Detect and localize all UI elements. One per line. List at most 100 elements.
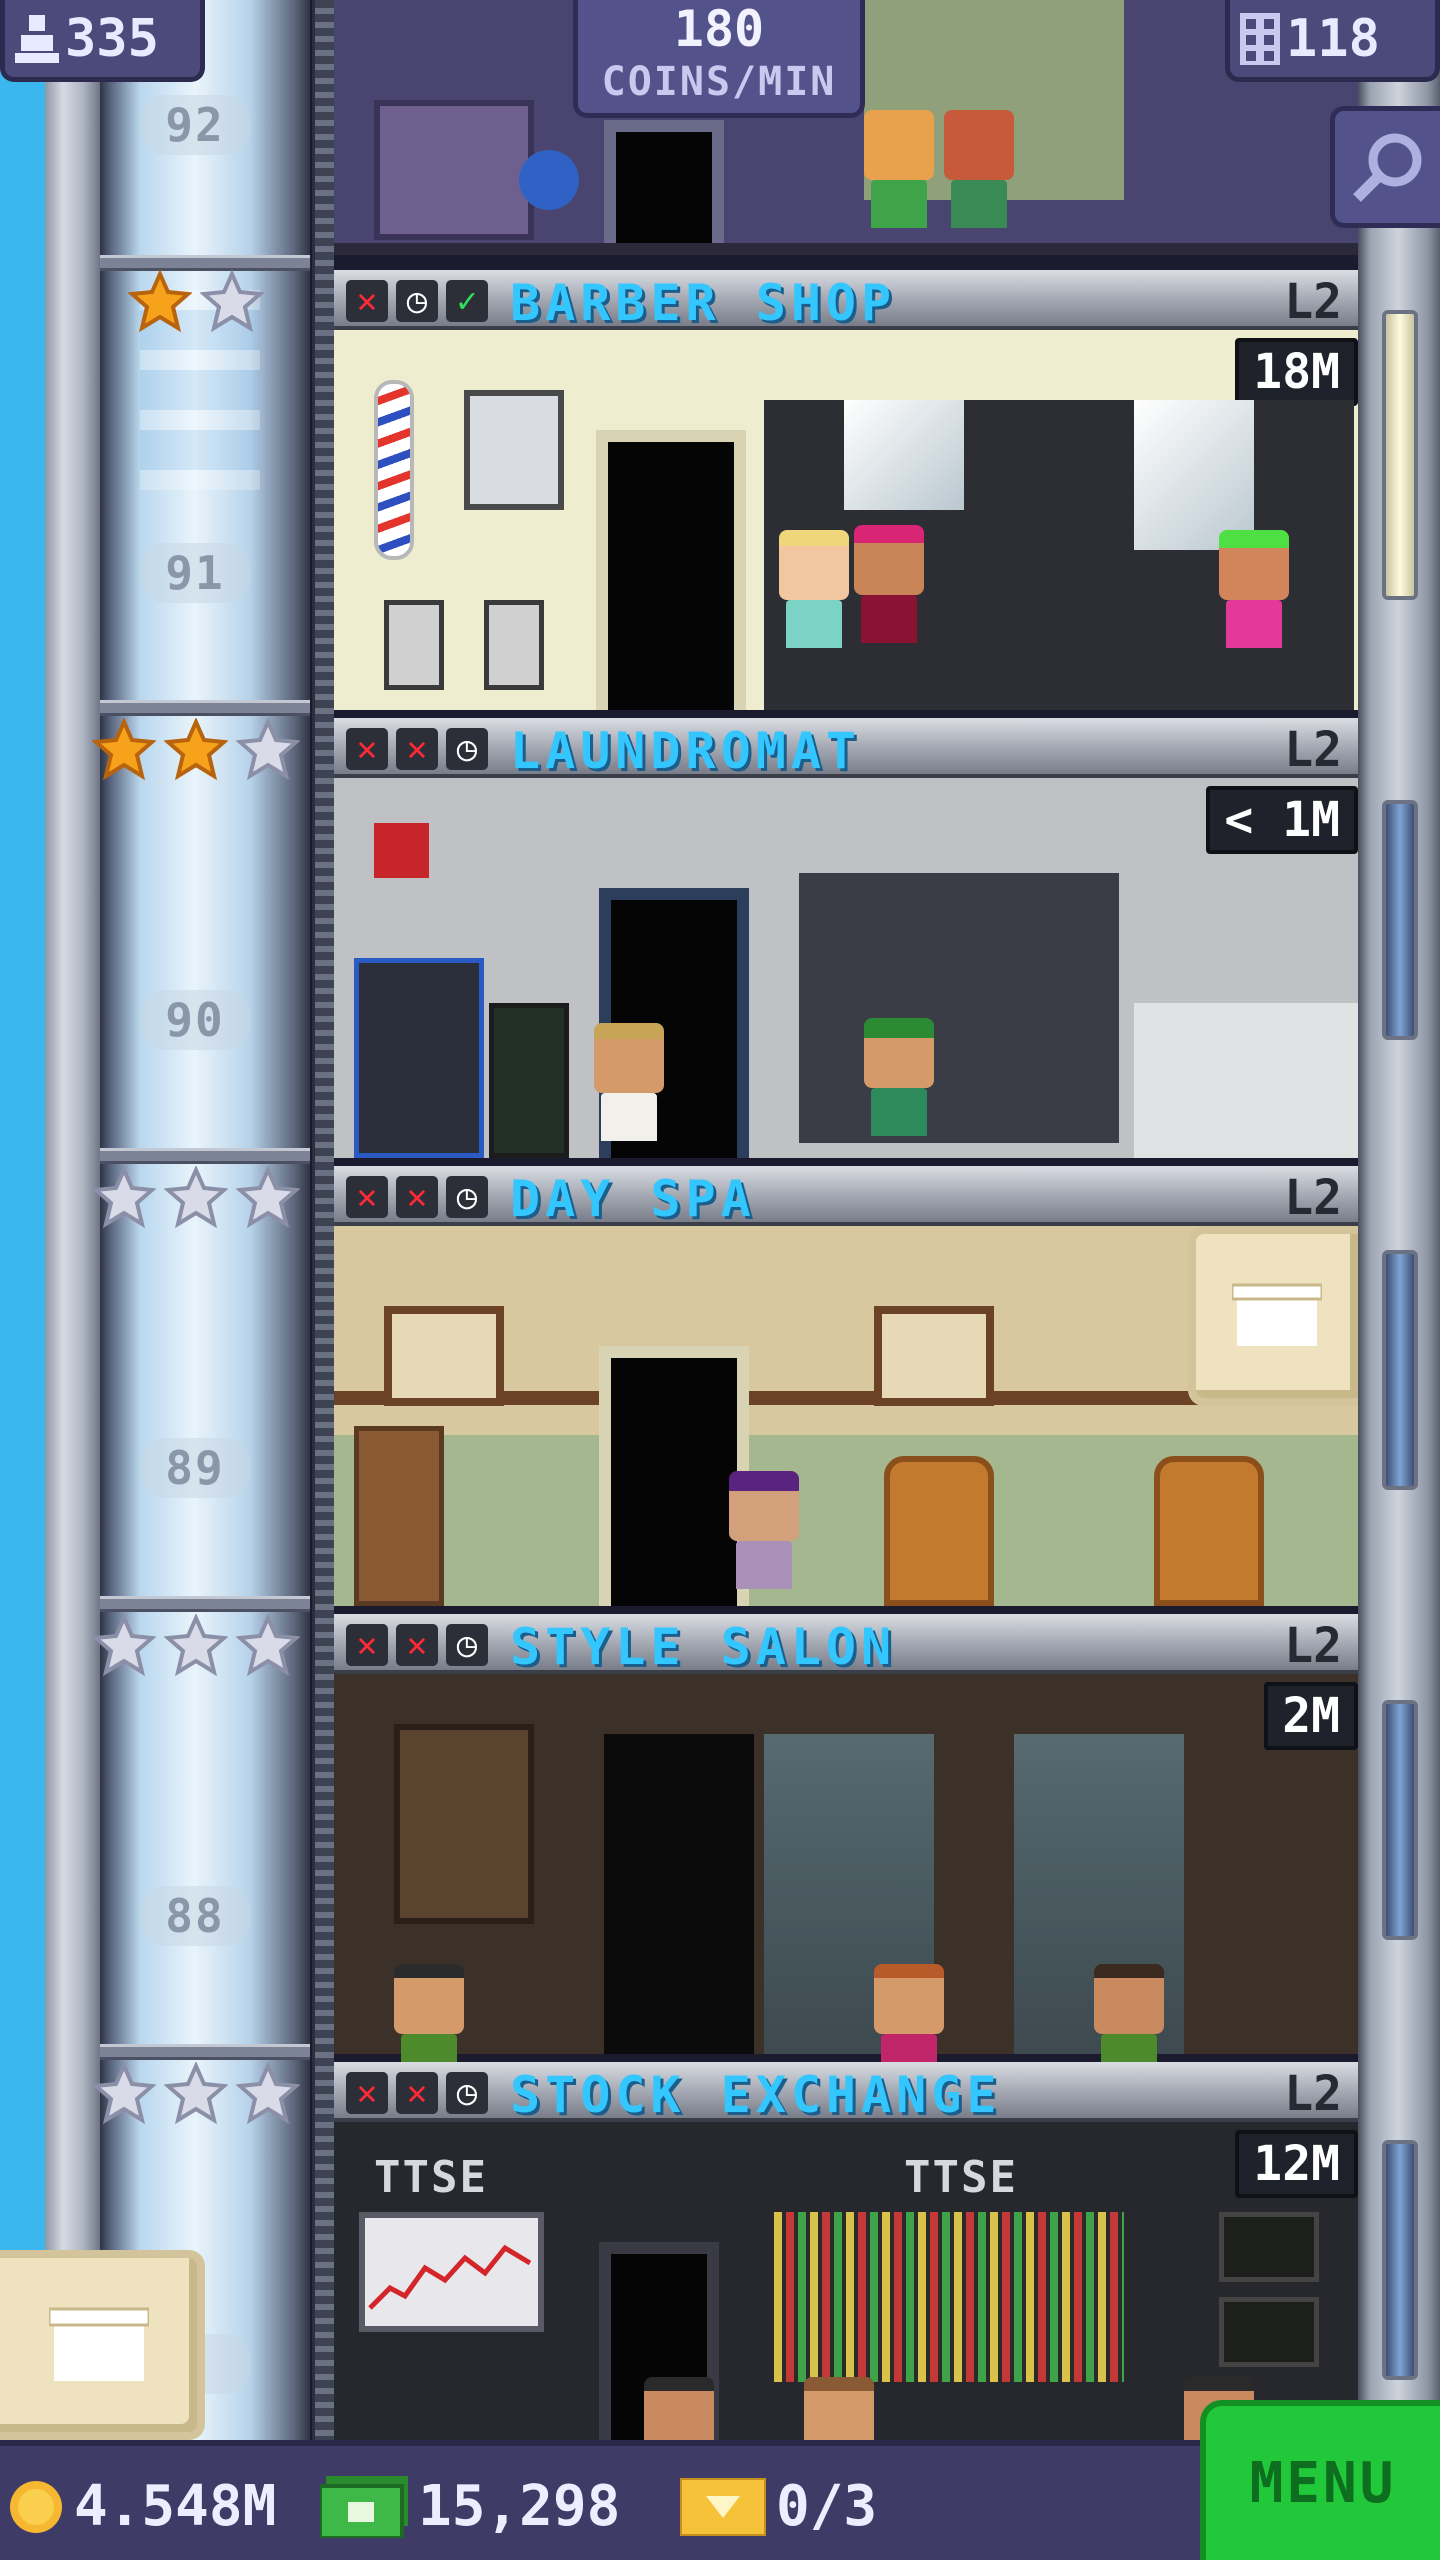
coins-value: 4.548M [74, 2474, 277, 2539]
doorway [604, 1734, 754, 2054]
status-clock-icon: ◷ [396, 280, 438, 322]
room-interior[interactable]: < 1M [334, 778, 1358, 1158]
crate-icon[interactable] [0, 2250, 205, 2440]
floor-style-salon[interactable]: ✕ ✕ ◷ STYLE SALON L2 2M [334, 1614, 1358, 2082]
floor-header[interactable]: ✕ ✕ ◷ STOCK EXCHANGE L2 [334, 2062, 1358, 2124]
floor-counter[interactable]: 118 [1225, 0, 1440, 82]
chart-screen [359, 2212, 544, 2332]
exchange-sign: TTSE [904, 2152, 1018, 2203]
coin-rate-value: 180 [673, 0, 765, 58]
floor-header[interactable]: ✕ ✕ ◷ STYLE SALON L2 [334, 1614, 1358, 1676]
door [596, 430, 746, 710]
floor-level: L2 [1284, 1170, 1342, 1226]
floor-name: BARBER SHOP [510, 274, 897, 332]
floor-level: L2 [1284, 722, 1342, 778]
tickets-value: 0/3 [776, 2474, 878, 2539]
folding-table [1134, 1003, 1358, 1158]
magnifier-icon [1352, 133, 1421, 202]
status-cross-icon: ✕ [396, 2072, 438, 2114]
floor-header[interactable]: ✕ ✕ ◷ DAY SPA L2 [334, 1166, 1358, 1228]
floor-stock-exchange[interactable]: ✕ ✕ ◷ STOCK EXCHANGE L2 12M TTSE TTSE [334, 2062, 1358, 2447]
status-cross-icon: ✕ [396, 1176, 438, 1218]
bux-display[interactable]: 15,298 [320, 2474, 620, 2539]
status-clock-icon: ◷ [446, 1624, 488, 1666]
star-rating [92, 1166, 300, 1230]
coin-icon [10, 2480, 62, 2533]
star-rating [128, 270, 264, 334]
resident[interactable] [594, 1023, 664, 1141]
shaft-divider [100, 255, 310, 271]
population-counter[interactable]: 335 [0, 0, 205, 82]
gym-machine [374, 100, 534, 240]
star-rating [92, 718, 300, 782]
floor-number: 92 [140, 95, 250, 155]
painting [384, 1306, 504, 1406]
floor-header[interactable]: ✕ ✕ ◷ LAUNDROMAT L2 [334, 718, 1358, 780]
restock-timer: 2M [1264, 1682, 1358, 1750]
resident[interactable] [854, 525, 924, 643]
star-empty-icon [92, 1166, 156, 1230]
resident[interactable] [944, 110, 1014, 228]
star-empty-icon [236, 1166, 300, 1230]
vending-machine [354, 958, 484, 1158]
status-cross-icon: ✕ [346, 280, 388, 322]
floor-laundromat[interactable]: ✕ ✕ ◷ LAUNDROMAT L2 < 1M [334, 718, 1358, 1158]
floor-count-value: 118 [1286, 8, 1380, 69]
star-empty-icon [92, 2062, 156, 2126]
status-check-icon: ✓ [446, 280, 488, 322]
monitor [1219, 2297, 1319, 2367]
coins-display[interactable]: 4.548M [8, 2474, 276, 2539]
resident[interactable] [779, 530, 849, 648]
coin-rate-unit: COINS/MIN [601, 59, 837, 105]
room-interior[interactable]: 18M [334, 330, 1358, 710]
floor-name: STYLE SALON [510, 1618, 897, 1676]
floor-name: STOCK EXCHANGE [510, 2066, 1002, 2124]
mirror [844, 400, 964, 510]
resident[interactable] [644, 2377, 714, 2447]
floor-level: L2 [1284, 1618, 1342, 1674]
crate-icon[interactable] [1188, 1226, 1358, 1406]
floor-slab [334, 243, 1358, 255]
exchange-sign: TTSE [374, 2152, 488, 2203]
floor-header[interactable]: ✕ ◷ ✓ BARBER SHOP L2 [334, 270, 1358, 332]
person-icon [15, 14, 59, 63]
building-icon [1240, 12, 1280, 65]
door [599, 1346, 749, 1606]
status-cross-icon: ✕ [346, 728, 388, 770]
room-interior[interactable]: 12M TTSE TTSE [334, 2122, 1358, 2447]
restock-timer: < 1M [1206, 786, 1358, 854]
floor-number: 91 [140, 543, 250, 603]
bux-value: 15,298 [418, 2474, 621, 2539]
status-clock-icon: ◷ [446, 728, 488, 770]
spa-chair [1154, 1456, 1264, 1606]
door [604, 120, 724, 255]
status-clock-icon: ◷ [446, 2072, 488, 2114]
change-machine [489, 1003, 569, 1158]
painting [874, 1306, 994, 1406]
menu-button[interactable]: MENU [1200, 2400, 1440, 2560]
star-empty-icon [164, 1614, 228, 1678]
tickets-display[interactable]: 0/3 [680, 2474, 877, 2539]
star-empty-icon [236, 1614, 300, 1678]
resident[interactable] [864, 1018, 934, 1136]
status-cross-icon: ✕ [396, 728, 438, 770]
resident[interactable] [729, 1471, 799, 1589]
star-rating [92, 2062, 300, 2126]
status-cross-icon: ✕ [346, 1624, 388, 1666]
status-cross-icon: ✕ [346, 1176, 388, 1218]
restock-timer: 18M [1235, 338, 1358, 406]
waiting-chair [384, 600, 444, 690]
shaft-divider [100, 1596, 310, 1612]
resident[interactable] [1219, 530, 1289, 648]
search-button[interactable] [1330, 106, 1440, 228]
star-empty-icon [236, 2062, 300, 2126]
ticker-board [774, 2212, 1124, 2382]
room-interior[interactable]: 2M [334, 1674, 1358, 2082]
shaft-divider [100, 1148, 310, 1164]
window [1382, 2140, 1418, 2380]
shaft-divider [100, 700, 310, 716]
floor-level: L2 [1284, 274, 1342, 330]
resident[interactable] [804, 2377, 874, 2447]
resident[interactable] [864, 110, 934, 228]
floor-barber-shop[interactable]: ✕ ◷ ✓ BARBER SHOP L2 18M [334, 270, 1358, 710]
